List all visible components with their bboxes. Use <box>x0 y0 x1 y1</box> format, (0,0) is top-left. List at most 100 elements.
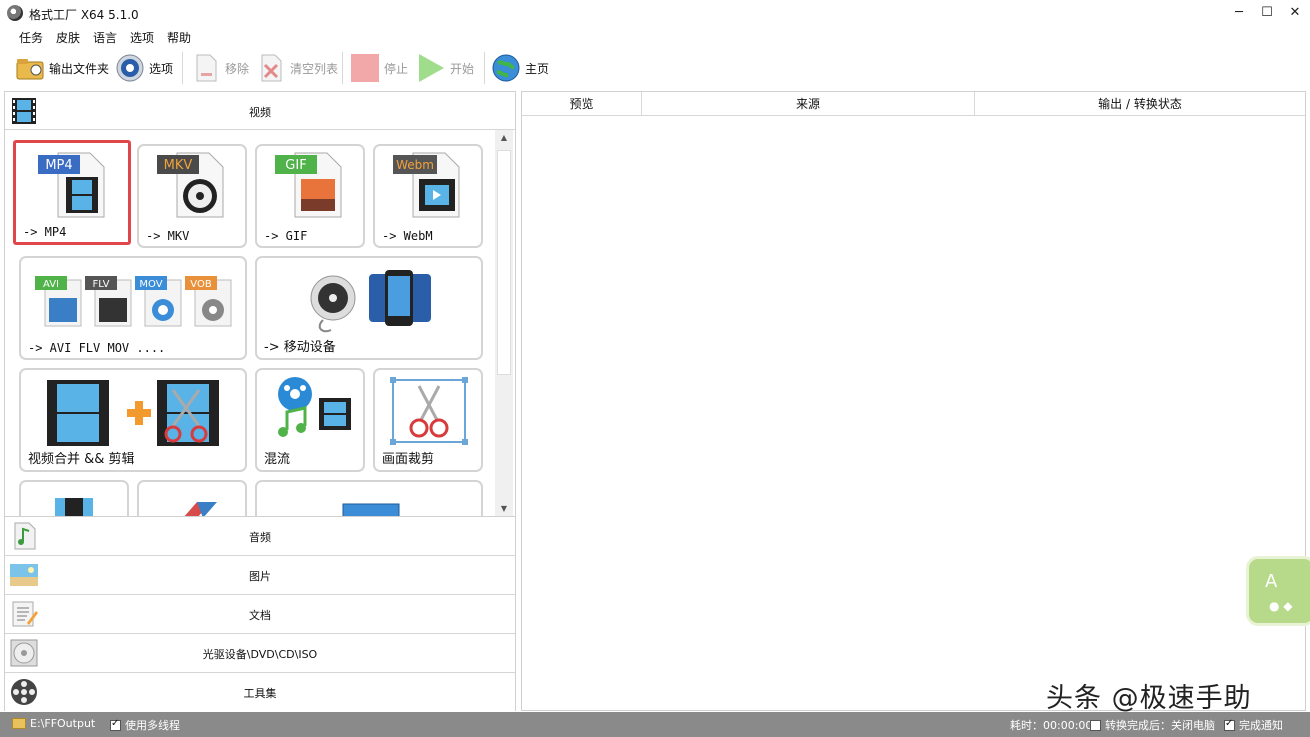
output-folder-label: 输出文件夹 <box>49 61 110 76</box>
eraser-icon <box>184 502 217 516</box>
mobile-device-icon <box>310 270 431 333</box>
app-icon <box>7 5 23 21</box>
shutdown-label: 转换完成后：关闭电脑 <box>1105 719 1215 732</box>
task-list[interactable]: 预览 来源 输出 / 转换状态 <box>521 91 1306 711</box>
output-folder-button[interactable]: 输出文件夹 <box>15 51 109 85</box>
remove-label: 移除 <box>225 61 250 76</box>
mux-icon <box>278 377 351 437</box>
multi-format-icons: AVI FLV MOV VOB <box>35 276 232 327</box>
tile-mkv-label: -> MKV <box>146 229 190 243</box>
tile-gif-label: -> GIF <box>264 229 308 243</box>
tile-video-merge[interactable]: 视频合并 && 剪辑 <box>19 368 247 472</box>
folder-icon <box>16 59 44 80</box>
mkv-badge: MKV <box>164 158 193 173</box>
tile-mkv[interactable]: MKV -> MKV <box>137 144 247 248</box>
notify-check[interactable] <box>1224 718 1235 731</box>
start-button[interactable]: 开始 <box>416 51 474 85</box>
screen-icon <box>342 503 400 516</box>
multithread-check[interactable] <box>110 718 121 731</box>
tile-multi-format[interactable]: AVI FLV MOV VOB -> AVI FLV MOV .... <box>19 256 247 360</box>
shutdown-check[interactable] <box>1090 719 1101 731</box>
category-document[interactable]: 文档 <box>5 595 515 634</box>
tile-mp4-label: -> MP4 <box>23 225 67 239</box>
maximize-button[interactable]: ☐ <box>1252 4 1282 22</box>
scroll-down-arrow[interactable]: ▼ <box>495 501 513 516</box>
notify-checkbox[interactable]: 完成通知 <box>1224 717 1283 733</box>
gif-badge: GIF <box>285 158 306 173</box>
webm-file-icon: Webm <box>393 152 460 218</box>
avi-badge: AVI <box>43 279 59 290</box>
elapsed-time: 耗时：00:00:00 <box>1010 717 1092 733</box>
menu-skin[interactable]: 皮肤 <box>56 29 80 46</box>
tile-webm[interactable]: Webm -> WebM <box>373 144 483 248</box>
menu-task[interactable]: 任务 <box>19 29 43 46</box>
column-source[interactable]: 来源 <box>642 92 975 116</box>
toolbar-separator <box>182 52 183 84</box>
window-title: 格式工厂 X64 5.1.0 <box>29 8 139 22</box>
shutdown-checkbox[interactable]: 转换完成后：关闭电脑 <box>1090 717 1215 733</box>
tile-mux[interactable]: 混流 <box>255 368 365 472</box>
remove-button[interactable]: 移除 <box>191 51 249 85</box>
grid-scrollbar[interactable]: ▲ ▼ <box>495 130 513 516</box>
home-button[interactable]: 主页 <box>491 51 549 85</box>
scroll-up-arrow[interactable]: ▲ <box>495 130 513 146</box>
tile-webm-label: -> WebM <box>382 229 433 243</box>
menu-help[interactable]: 帮助 <box>167 29 191 46</box>
output-path[interactable]: E:\FFOutput <box>12 717 95 730</box>
menu-bar: 任务 皮肤 语言 选项 帮助 <box>0 26 1310 48</box>
play-icon <box>419 54 444 82</box>
crop-icon <box>390 377 468 445</box>
tile-crop[interactable]: 画面裁剪 <box>373 368 483 472</box>
category-picture[interactable]: 图片 <box>5 556 515 595</box>
multithread-checkbox[interactable]: 使用多线程 <box>110 717 180 733</box>
options-button[interactable]: 选项 <box>115 51 173 85</box>
stop-icon <box>351 54 379 82</box>
avi-icon: AVI <box>35 276 82 327</box>
category-audio[interactable]: 音频 <box>5 517 515 556</box>
status-bar: E:\FFOutput 使用多线程 耗时：00:00:00 转换完成后：关闭电脑… <box>0 712 1310 737</box>
stop-button[interactable]: 停止 <box>350 51 408 85</box>
tile-partial[interactable] <box>19 480 129 516</box>
tile-mux-label: 混流 <box>264 452 291 467</box>
tile-partial[interactable] <box>255 480 483 516</box>
menu-options[interactable]: 选项 <box>130 29 154 46</box>
tile-partial[interactable] <box>137 480 247 516</box>
gif-file-icon: GIF <box>275 152 342 218</box>
remove-doc-icon <box>196 54 217 82</box>
tile-multi-label: -> AVI FLV MOV .... <box>28 341 166 355</box>
mkv-file-icon: MKV <box>157 152 224 218</box>
webm-badge: Webm <box>396 158 434 172</box>
category-tools[interactable]: 工具集 <box>5 673 515 711</box>
clear-list-label: 清空列表 <box>290 61 339 76</box>
scroll-thumb[interactable] <box>497 150 511 375</box>
widget-decor-icon: ● ◆ <box>1269 599 1293 613</box>
output-path-text: E:\FFOutput <box>30 717 96 730</box>
category-rom-label: 光驱设备\DVD\CD\ISO <box>202 648 318 661</box>
folder-icon <box>12 718 26 729</box>
notify-label: 完成通知 <box>1239 719 1283 732</box>
menu-language[interactable]: 语言 <box>93 29 117 46</box>
widget-letter: A <box>1265 571 1278 592</box>
toolbar-separator <box>342 52 343 84</box>
mov-badge: MOV <box>139 279 162 290</box>
category-tools-label: 工具集 <box>243 687 277 700</box>
clear-list-button[interactable]: 清空列表 <box>256 51 338 85</box>
close-button[interactable]: ✕ <box>1280 4 1310 22</box>
tile-mp4[interactable]: MP4 -> MP4 <box>13 140 131 245</box>
stop-label: 停止 <box>384 61 409 76</box>
mov-icon: MOV <box>135 276 182 327</box>
floating-widget[interactable]: A ● ◆ <box>1246 556 1310 626</box>
column-output-status[interactable]: 输出 / 转换状态 <box>975 92 1305 116</box>
tile-gif[interactable]: GIF -> GIF <box>255 144 365 248</box>
vob-icon: VOB <box>185 276 232 327</box>
column-preview[interactable]: 预览 <box>522 92 642 116</box>
title-bar: 格式工厂 X64 5.1.0 ─ ☐ ✕ <box>0 0 1310 26</box>
minimize-button[interactable]: ─ <box>1224 4 1254 22</box>
flv-badge: FLV <box>92 279 109 290</box>
merge-cut-icon <box>47 380 219 446</box>
clear-list-icon <box>261 54 282 82</box>
gear-icon <box>116 54 144 82</box>
category-video[interactable]: 视频 <box>5 92 515 130</box>
tile-mobile-device[interactable]: -> 移动设备 <box>255 256 483 360</box>
category-rom[interactable]: 光驱设备\DVD\CD\ISO <box>5 634 515 673</box>
